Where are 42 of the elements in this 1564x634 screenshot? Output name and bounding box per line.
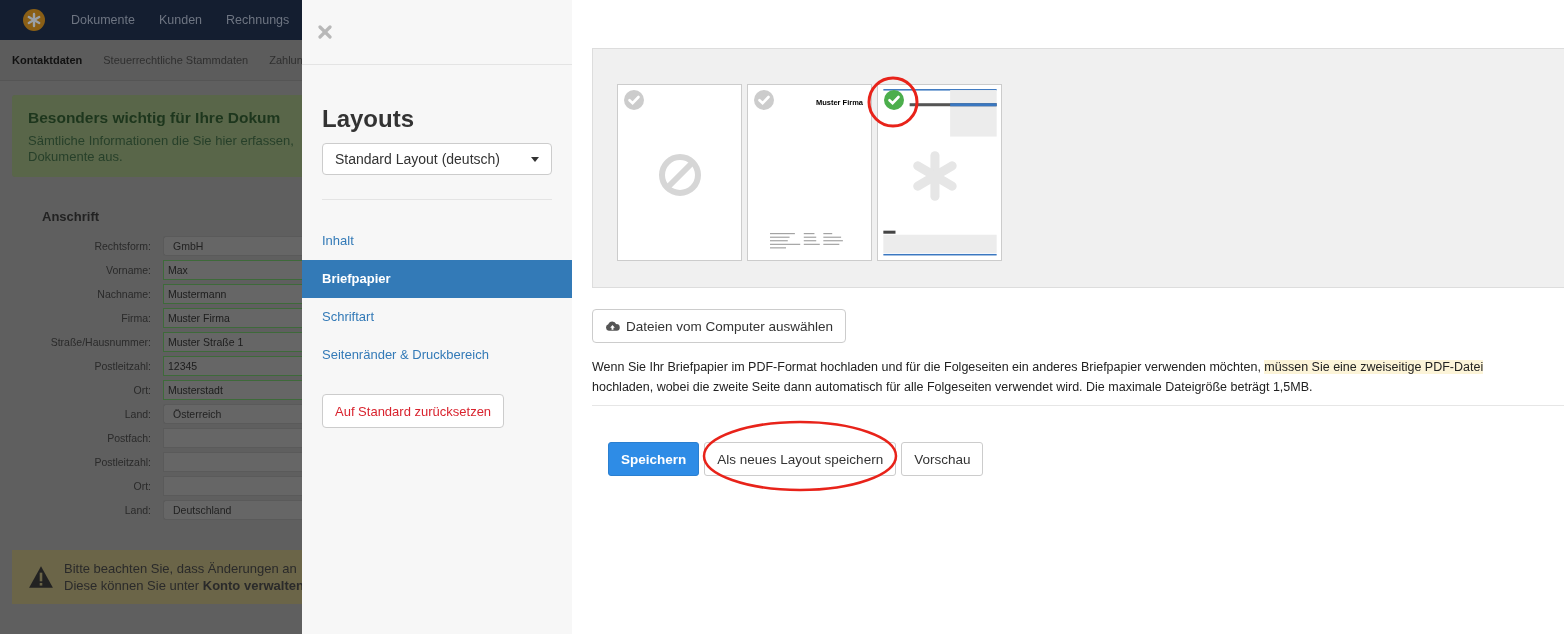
menu-item[interactable]: Schriftart xyxy=(302,298,572,336)
notice-title: Besonders wichtig für Ihre Dokum xyxy=(28,109,282,127)
panel-title: Layouts xyxy=(322,105,415,133)
cloud-upload-icon xyxy=(605,320,620,332)
section-title: Anschrift xyxy=(42,209,101,224)
input-field[interactable]: Muster Straße 1 xyxy=(163,332,302,352)
asterisk-logo-icon xyxy=(23,9,45,31)
highlight-circle-annotation xyxy=(866,75,920,129)
select-field[interactable]: Deutschland xyxy=(163,500,302,520)
warning-icon xyxy=(28,565,54,589)
warning-text: Bitte beachten Sie, dass Änderungen an xyxy=(64,560,298,577)
input-field[interactable] xyxy=(163,476,302,496)
input-field[interactable]: Muster Firma xyxy=(163,308,302,328)
menu-item[interactable]: Inhalt xyxy=(302,222,572,260)
input-field[interactable] xyxy=(163,428,302,448)
nav-link[interactable]: Rechnungs xyxy=(226,13,290,27)
check-icon[interactable] xyxy=(754,90,774,110)
input-field[interactable] xyxy=(163,452,302,472)
input-field[interactable]: 12345 xyxy=(163,356,302,376)
close-icon[interactable] xyxy=(318,25,332,39)
upload-button[interactable]: Dateien vom Computer auswählen xyxy=(592,309,847,343)
sub-tab[interactable]: Kontaktdaten xyxy=(12,54,83,66)
caret-icon xyxy=(531,156,539,162)
select-field[interactable]: GmbH xyxy=(163,236,302,256)
action-button[interactable]: Vorschau xyxy=(901,442,984,476)
nav-link[interactable]: Dokumente xyxy=(71,13,135,27)
layout-dropdown[interactable]: Standard Layout (deutsch) xyxy=(322,143,552,175)
save-button[interactable]: Speichern xyxy=(608,442,700,476)
action-button[interactable]: Als neues Layout speichern xyxy=(704,442,897,476)
letterhead-thumbnail[interactable] xyxy=(617,84,742,261)
input-field[interactable]: Max xyxy=(163,260,302,280)
input-field[interactable]: Musterstadt xyxy=(163,380,302,400)
menu-item[interactable]: Briefpapier xyxy=(302,260,572,298)
prohibited-icon xyxy=(657,153,702,197)
check-icon[interactable] xyxy=(884,90,904,110)
input-field[interactable]: Mustermann xyxy=(163,284,302,304)
menu-item[interactable]: Seitenränder & Druckbereich xyxy=(302,336,572,374)
reset-button[interactable]: Auf Standard zurücksetzen xyxy=(322,394,505,428)
upload-hint-text: Wenn Sie Ihr Briefpapier im PDF-Format hochladen und für die Folgeseiten ein anderes Briefpapier verwenden möchten, müssen Sie eine zweiseitige PDF-Datei hochladen, wobei die zweite Seite dann automatisch für alle Folgeseiten verwendet wird. Die maximale Dateigröße beträgt 1,5MB. xyxy=(592,359,1485,396)
nav-link[interactable]: Kunden xyxy=(158,13,203,27)
check-icon[interactable] xyxy=(624,90,644,110)
select-field[interactable]: Österreich xyxy=(163,404,302,424)
